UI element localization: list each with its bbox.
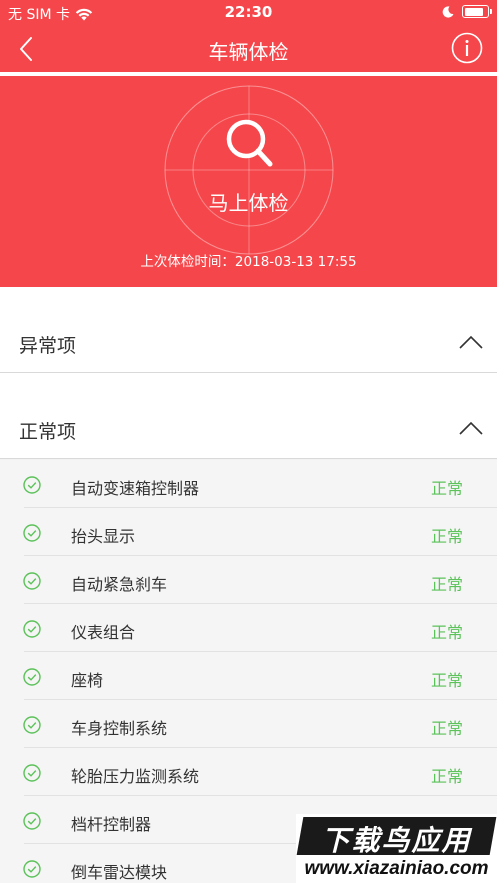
item-label: 轮胎压力监测系统 (71, 767, 200, 786)
item-status: 正常 (430, 527, 463, 546)
check-circle-icon (23, 476, 41, 494)
item-label: 档杆控制器 (71, 815, 152, 834)
item-label: 自动变速箱控制器 (71, 479, 200, 498)
watermark-url: www.xiazainiao.com (304, 858, 489, 879)
status-bar: 无 SIM 卡 22:30 (0, 0, 497, 26)
list-item: 座椅 正常 (0, 652, 497, 700)
chevron-up-icon (459, 335, 483, 349)
radar-graphic[interactable] (163, 84, 335, 256)
item-label: 倒车雷达模块 (71, 863, 168, 882)
battery-level (464, 7, 484, 16)
list-item: 抬头显示 正常 (0, 508, 497, 556)
info-button[interactable] (451, 32, 483, 64)
list-item: 自动变速箱控制器 正常 (0, 460, 497, 508)
item-status: 正常 (430, 719, 463, 738)
item-label: 抬头显示 (71, 527, 136, 546)
status-time: 22:30 (224, 3, 273, 21)
last-check-label: 上次体检时间： (140, 254, 235, 270)
last-check-time: 2018-03-13 17:55 (234, 254, 357, 270)
page-title: 车辆体检 (208, 40, 289, 64)
nav-bar: 车辆体检 (0, 26, 497, 72)
normal-section-header[interactable]: 正常项 (0, 373, 497, 459)
item-status: 正常 (430, 575, 463, 594)
check-circle-icon (23, 572, 41, 590)
check-now-button[interactable]: 马上体检 (0, 187, 497, 216)
battery-icon (462, 5, 492, 18)
info-circle-icon (451, 32, 483, 64)
last-check-info: 上次体检时间：2018-03-13 17:55 (0, 250, 497, 270)
check-circle-icon (23, 668, 41, 686)
item-status: 正常 (430, 479, 463, 498)
item-status: 正常 (430, 767, 463, 786)
list-item: 仪表组合 正常 (0, 604, 497, 652)
chevron-up-icon (459, 421, 483, 435)
item-label: 座椅 (71, 671, 104, 690)
status-right (442, 5, 492, 18)
list-item: 轮胎压力监测系统 正常 (0, 748, 497, 796)
item-label: 仪表组合 (71, 623, 136, 642)
magnifier-icon (226, 119, 273, 167)
watermark-title: 下载鸟应用 (321, 824, 472, 857)
check-circle-icon (23, 764, 41, 782)
normal-section-title: 正常项 (19, 421, 77, 443)
list-item: 车身控制系统 正常 (0, 700, 497, 748)
check-circle-icon (23, 620, 41, 638)
item-label: 车身控制系统 (71, 719, 168, 738)
list-item: 自动紧急刹车 正常 (0, 556, 497, 604)
item-label: 自动紧急刹车 (71, 575, 168, 594)
check-circle-icon (23, 524, 41, 542)
moon-icon (442, 5, 454, 18)
abnormal-section-header[interactable]: 异常项 (0, 287, 497, 373)
check-circle-icon (23, 812, 41, 830)
check-hero: 马上体检 上次体检时间：2018-03-13 17:55 (0, 76, 497, 287)
item-status: 正常 (430, 623, 463, 642)
item-status: 正常 (430, 671, 463, 690)
abnormal-section-title: 异常项 (19, 335, 77, 357)
check-circle-icon (23, 860, 41, 878)
watermark-logo: 下载鸟应用 www.xiazainiao.com (296, 814, 497, 883)
check-circle-icon (23, 716, 41, 734)
